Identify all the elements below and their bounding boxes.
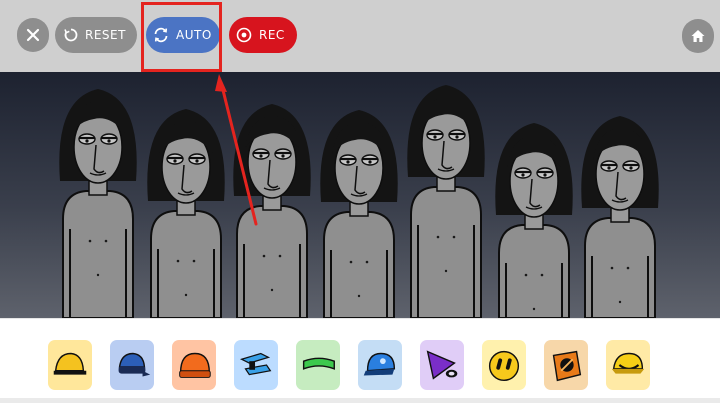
top-toolbar: RESET AUTO REC — [0, 0, 720, 72]
sound-tile-2[interactable] — [110, 340, 154, 390]
orange-beanie-icon — [179, 352, 211, 378]
auto-highlight-box — [141, 2, 222, 72]
sound-tile-10[interactable] — [606, 340, 650, 390]
record-icon — [236, 27, 252, 43]
restart-icon — [64, 28, 78, 42]
character-1[interactable] — [59, 89, 137, 318]
sound-tile-8[interactable] — [482, 340, 526, 390]
character-5[interactable] — [407, 85, 485, 318]
tray-scroll-strip — [0, 398, 720, 403]
character-2[interactable] — [147, 109, 225, 318]
blue-cap-with-goggles-icon — [118, 352, 151, 377]
yellow-hard-hat-icon — [53, 352, 87, 375]
character-6[interactable] — [495, 123, 573, 318]
close-icon — [26, 28, 40, 42]
sound-tile-3[interactable] — [172, 340, 216, 390]
orange-mask-icon — [552, 350, 582, 382]
character-stage — [0, 72, 720, 318]
sound-tile-1[interactable] — [48, 340, 92, 390]
yellow-face-with-eyes-icon — [488, 350, 520, 382]
rec-label: REC — [259, 28, 285, 42]
yellow-cap-with-smile-icon — [611, 352, 645, 374]
sound-tile-5[interactable] — [296, 340, 340, 390]
reset-label: RESET — [85, 28, 126, 42]
character-3[interactable] — [233, 104, 311, 318]
home-icon — [691, 30, 705, 42]
sound-tile-7[interactable] — [420, 340, 464, 390]
character-lineup — [59, 85, 659, 318]
sound-tray — [0, 318, 720, 403]
home-button[interactable] — [682, 19, 714, 53]
blue-shades-icon — [239, 352, 272, 376]
reset-button[interactable]: RESET — [55, 17, 137, 53]
sound-tile-4[interactable] — [234, 340, 278, 390]
blue-backwards-cap-icon — [363, 352, 396, 376]
green-headband-icon — [302, 357, 335, 370]
sound-tile-9[interactable] — [544, 340, 588, 390]
close-button[interactable] — [17, 18, 49, 52]
rec-button[interactable]: REC — [229, 17, 297, 53]
character-4[interactable] — [320, 110, 398, 318]
purple-cone-with-eye-icon — [426, 350, 458, 380]
character-7[interactable] — [581, 116, 659, 318]
sound-tile-6[interactable] — [358, 340, 402, 390]
